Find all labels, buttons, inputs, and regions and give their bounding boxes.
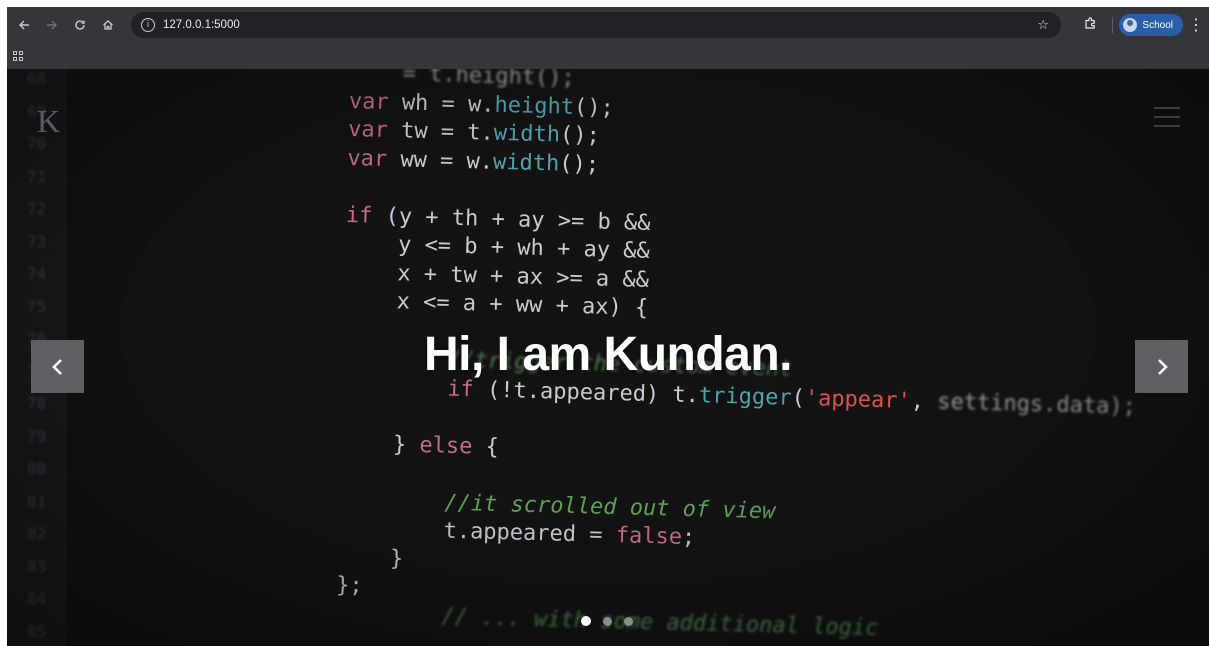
address-bar[interactable]: i 127.0.0.1:5000 ☆ (131, 12, 1061, 38)
kebab-icon[interactable]: ⋮ (1183, 15, 1209, 35)
toolbar-divider (1112, 17, 1114, 33)
puzzle-icon[interactable] (1078, 17, 1102, 33)
hero-section: 686970717273747576777879808182838485 = t… (7, 69, 1209, 646)
carousel-prev-button[interactable] (31, 340, 84, 393)
carousel-dot-3[interactable] (624, 616, 633, 626)
hamburger-menu-icon[interactable] (1154, 107, 1180, 127)
browser-toolbar: i 127.0.0.1:5000 ☆ School ⋮ (7, 7, 1209, 43)
reload-icon (75, 20, 85, 30)
profile-label: School (1142, 19, 1173, 31)
arrow-right-icon (47, 20, 57, 30)
site-logo[interactable]: K (37, 103, 60, 140)
reload-button[interactable] (69, 14, 91, 36)
chevron-right-icon (1157, 358, 1168, 375)
home-button[interactable] (97, 14, 119, 36)
info-icon[interactable]: i (141, 18, 155, 32)
avatar (1123, 18, 1138, 32)
home-icon (103, 20, 113, 30)
url-text: 127.0.0.1:5000 (163, 19, 240, 31)
bookmarks-bar (7, 43, 1209, 69)
carousel-indicators (581, 616, 645, 626)
profile-button[interactable]: School (1119, 14, 1183, 36)
carousel-dot-1[interactable] (581, 616, 591, 626)
carousel-next-button[interactable] (1135, 340, 1188, 393)
forward-button[interactable] (41, 14, 63, 36)
back-button[interactable] (13, 14, 35, 36)
apps-grid-icon[interactable] (13, 50, 24, 62)
browser-window: i 127.0.0.1:5000 ☆ School ⋮ 686970717273… (7, 7, 1209, 646)
chevron-left-icon (51, 358, 62, 375)
hero-title: Hi, I am Kundan. (423, 328, 793, 381)
toolbar-right: School ⋮ (1078, 7, 1209, 43)
arrow-left-icon (19, 20, 29, 30)
star-icon[interactable]: ☆ (1037, 17, 1049, 33)
carousel-dot-2[interactable] (603, 616, 612, 626)
